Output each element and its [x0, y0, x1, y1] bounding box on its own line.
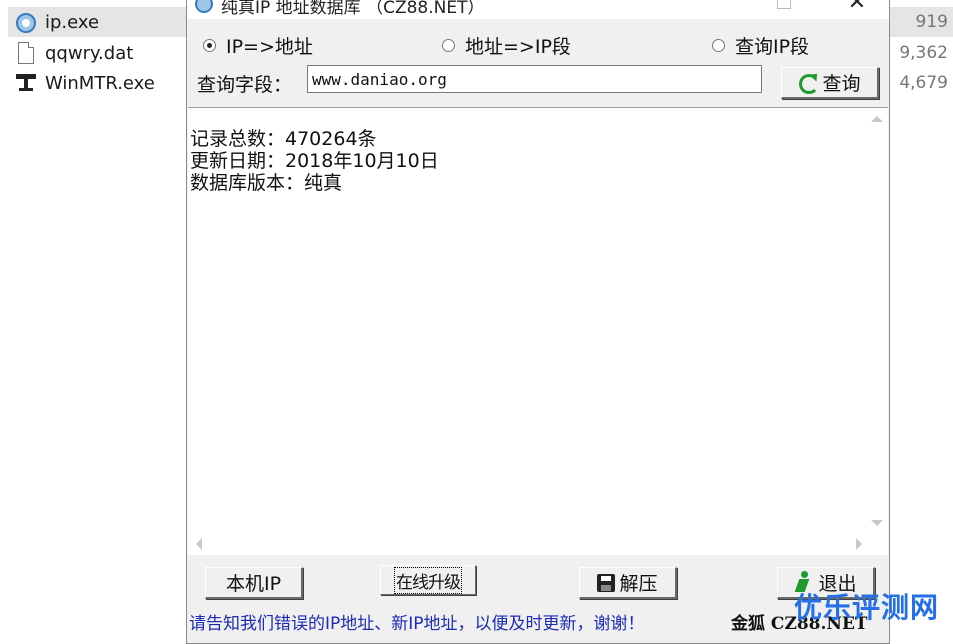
query-button[interactable]: 查询: [781, 67, 879, 99]
scroll-right-icon[interactable]: [856, 538, 862, 550]
radio-label: IP=>地址: [226, 35, 313, 58]
refresh-icon: [798, 73, 820, 94]
file-name: ip.exe: [45, 11, 100, 33]
file-size: 4,679: [899, 73, 948, 93]
close-button[interactable]: ✕: [837, 0, 877, 15]
radio-label: 地址=>IP段: [465, 35, 571, 58]
local-ip-button[interactable]: 本机IP: [205, 567, 303, 599]
maximize-icon[interactable]: [777, 0, 791, 9]
radio-unchecked-icon[interactable]: [442, 38, 455, 52]
unzip-button[interactable]: 解压: [579, 567, 677, 599]
window-title: 纯真IP 地址数据库 （CZ88.NET）: [221, 0, 485, 18]
file-size: 9,362: [899, 43, 948, 63]
ip-database-window: 纯真IP 地址数据库 （CZ88.NET） ✕ IP=>地址 地址=>IP段 查…: [186, 0, 890, 644]
result-text: 记录总数：470264条 更新日期：2018年10月10日 数据库版本：纯真: [190, 128, 439, 194]
query-label: 查询字段：: [197, 74, 293, 96]
unzip-label: 解压: [619, 573, 658, 595]
watermark: 优乐评测网: [794, 591, 940, 624]
result-textarea[interactable]: 记录总数：470264条 更新日期：2018年10月10日 数据库版本：纯真: [188, 107, 888, 555]
scroll-left-icon[interactable]: [196, 538, 202, 550]
app-icon: [195, 0, 213, 13]
online-update-label: 在线升级: [394, 566, 462, 594]
file-size: 919: [915, 12, 948, 32]
query-input[interactable]: www.daniao.org: [307, 65, 762, 93]
disk-icon: [597, 573, 616, 592]
local-ip-label: 本机IP: [225, 573, 282, 595]
file-icon: [18, 42, 34, 64]
radio-ip-to-address[interactable]: IP=>地址: [203, 33, 313, 58]
radio-label: 查询IP段: [735, 35, 810, 58]
vertical-scrollbar[interactable]: [866, 108, 888, 532]
file-name: WinMTR.exe: [45, 72, 155, 94]
radio-unchecked-icon[interactable]: [712, 38, 725, 52]
scroll-up-icon[interactable]: [871, 116, 883, 122]
online-update-button[interactable]: 在线升级: [380, 565, 476, 595]
horizontal-scrollbar[interactable]: [188, 533, 866, 555]
file-name: qqwry.dat: [45, 42, 134, 64]
winmtr-icon: [16, 74, 36, 92]
result-line: 记录总数：470264条: [190, 128, 377, 150]
result-line: 更新日期：2018年10月10日: [190, 150, 439, 172]
result-line: 数据库版本：纯真: [190, 172, 343, 194]
ip-app-icon: [16, 13, 36, 33]
radio-query-ip-range[interactable]: 查询IP段: [712, 33, 810, 58]
query-button-label: 查询: [822, 73, 861, 95]
scroll-down-icon[interactable]: [871, 520, 883, 526]
radio-address-to-ip[interactable]: 地址=>IP段: [442, 33, 571, 58]
radio-checked-icon[interactable]: [203, 38, 216, 52]
title-bar[interactable]: 纯真IP 地址数据库 （CZ88.NET） ✕: [187, 0, 889, 19]
